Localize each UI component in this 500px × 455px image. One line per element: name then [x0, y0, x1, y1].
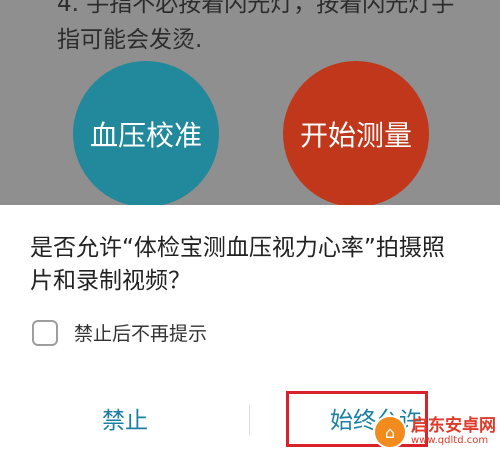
dont-ask-again-checkbox[interactable]	[32, 319, 58, 346]
calibrate-label: 血压校准	[89, 119, 202, 152]
watermark-url: www.qdltd.com	[411, 434, 489, 446]
deny-button[interactable]: 禁止	[0, 391, 250, 445]
dialog-message-line-2: 片和录制视频？	[30, 268, 191, 294]
watermark-logo-icon: ⌂	[373, 415, 407, 449]
watermark-title: 启东安卓网	[411, 415, 496, 436]
instruction-text: 4. 手指不必按着闪光灯，按着闪光灯手 指可能会发烫.	[57, 0, 497, 58]
dont-ask-again-row[interactable]: 禁止后不再提示	[32, 319, 207, 346]
dialog-message-line-1: 是否允许“体检宝测血压视力心率”拍摄照	[30, 235, 445, 261]
background-app: 4. 手指不必按着闪光灯，按着闪光灯手 指可能会发烫. 血压校准 开始测量	[0, 0, 500, 210]
instruction-line-1: 4. 手指不必按着闪光灯，按着闪光灯手	[57, 0, 455, 17]
deny-label: 禁止	[102, 408, 148, 434]
instruction-line-2: 指可能会发烫.	[57, 27, 203, 53]
watermark: ⌂ 启东安卓网 www.qdltd.com	[373, 415, 496, 449]
start-measure-button[interactable]: 开始测量	[283, 61, 429, 207]
calibrate-button[interactable]: 血压校准	[73, 61, 219, 207]
start-measure-label: 开始测量	[299, 119, 412, 152]
button-divider	[249, 405, 250, 435]
dialog-message: 是否允许“体检宝测血压视力心率”拍摄照 片和录制视频？	[30, 232, 480, 298]
permission-dialog: 是否允许“体检宝测血压视力心率”拍摄照 片和录制视频？ 禁止后不再提示 禁止 始…	[0, 205, 500, 455]
dont-ask-again-label: 禁止后不再提示	[74, 323, 208, 345]
